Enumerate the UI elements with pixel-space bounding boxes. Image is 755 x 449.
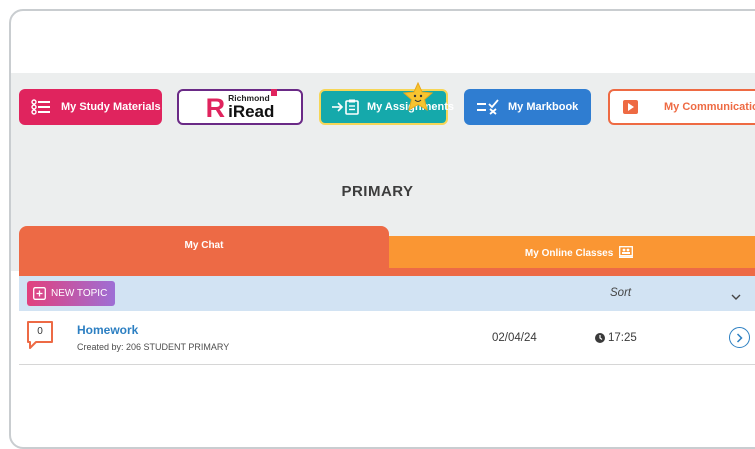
checklist-icon bbox=[476, 99, 500, 115]
study-materials-button[interactable]: My Study Materials bbox=[19, 89, 162, 125]
communications-label: My Communications bbox=[664, 101, 755, 113]
markbook-label: My Markbook bbox=[508, 101, 579, 113]
open-topic-button[interactable] bbox=[729, 327, 750, 348]
sort-dropdown[interactable]: Sort bbox=[610, 287, 631, 299]
chevron-right-icon bbox=[736, 332, 743, 343]
communications-button[interactable]: My Communications bbox=[608, 89, 755, 125]
clock-icon bbox=[595, 333, 605, 343]
tab-my-online-classes[interactable]: My Online Classes bbox=[389, 236, 755, 268]
topic-row[interactable]: 0 Homework Created by: 206 STUDENT PRIMA… bbox=[19, 311, 755, 365]
chat-bubble-icon: 0 bbox=[26, 320, 56, 355]
video-class-icon bbox=[619, 246, 634, 261]
tab-my-chat[interactable]: My Chat bbox=[19, 226, 389, 268]
add-topic-icon bbox=[33, 287, 46, 300]
topic-title[interactable]: Homework bbox=[77, 323, 138, 337]
list-icon bbox=[31, 99, 51, 115]
new-topic-label: NEW TOPIC bbox=[51, 288, 108, 299]
topic-time-value: 17:25 bbox=[608, 332, 637, 344]
new-topic-button[interactable]: NEW TOPIC bbox=[27, 281, 115, 306]
richmond-iread-button[interactable]: R Richmond iRead bbox=[177, 89, 303, 125]
markbook-button[interactable]: My Markbook bbox=[464, 89, 591, 125]
star-mascot-icon bbox=[402, 81, 434, 117]
tab-underline bbox=[19, 268, 755, 276]
play-icon bbox=[623, 100, 638, 114]
topic-date: 02/04/24 bbox=[492, 332, 537, 344]
topic-toolbar: NEW TOPIC Sort bbox=[19, 276, 755, 311]
richmond-iread-logo: R Richmond iRead bbox=[206, 89, 278, 122]
reply-count: 0 bbox=[37, 326, 43, 337]
assignment-icon bbox=[331, 99, 361, 115]
topic-time: 17:25 bbox=[595, 332, 637, 344]
page-title: PRIMARY bbox=[341, 183, 414, 200]
topic-creator: Created by: 206 STUDENT PRIMARY bbox=[77, 342, 230, 352]
chevron-down-icon[interactable] bbox=[731, 288, 741, 306]
tab-my-chat-label: My Chat bbox=[184, 240, 224, 251]
study-materials-label: My Study Materials bbox=[61, 101, 161, 113]
tab-my-online-classes-label: My Online Classes bbox=[524, 248, 614, 260]
